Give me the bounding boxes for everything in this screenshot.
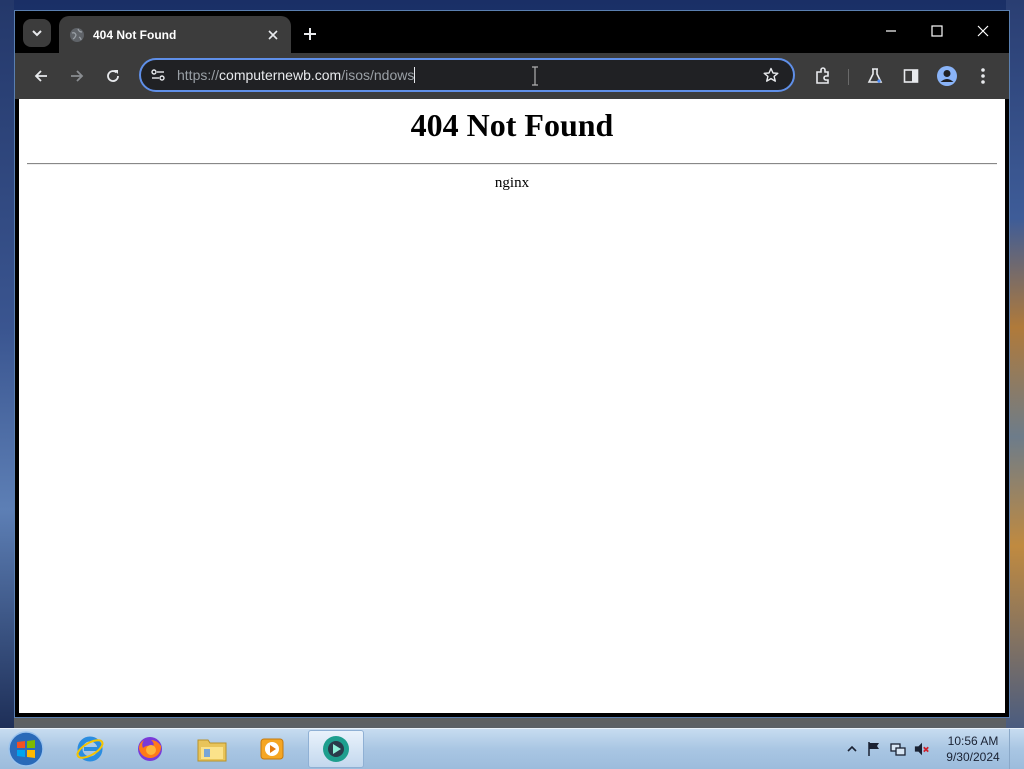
title-bar: 404 Not Found (15, 11, 1009, 53)
site-info-icon[interactable] (151, 68, 165, 82)
page-title: 404 Not Found (410, 107, 614, 143)
avatar-icon (937, 66, 957, 86)
action-center-button[interactable] (866, 741, 882, 757)
new-tab-button[interactable] (299, 23, 321, 45)
url-domain: computernewb.com (219, 67, 342, 83)
windows-logo-icon (8, 731, 44, 767)
menu-button[interactable] (969, 62, 997, 90)
browser-window: 404 Not Found https://computernewb.com/i… (14, 10, 1010, 718)
bookmark-star-icon[interactable] (763, 67, 779, 83)
address-bar[interactable]: https://computernewb.com/isos/ndows (139, 58, 795, 92)
show-desktop-button[interactable] (1009, 729, 1024, 769)
side-panel-button[interactable] (897, 62, 925, 90)
tab-title: 404 Not Found (93, 27, 177, 42)
divider (27, 163, 997, 165)
tab-close-button[interactable] (265, 27, 281, 43)
kebab-menu-icon (981, 68, 985, 84)
tab-active[interactable]: 404 Not Found (59, 16, 291, 53)
server-signature: nginx (494, 175, 530, 191)
url-path: /isos/ndows (341, 67, 415, 83)
firefox-icon (138, 737, 162, 761)
puzzle-piece-icon (816, 67, 829, 84)
media-player-icon (260, 738, 284, 760)
chevron-down-icon (32, 30, 42, 37)
arrow-right-icon (71, 70, 84, 82)
toolbar-separator (848, 69, 849, 85)
show-hidden-icons-button[interactable] (844, 741, 860, 757)
taskbar-app-file-explorer[interactable] (184, 730, 240, 768)
close-icon (977, 25, 989, 37)
forward-button[interactable] (63, 62, 91, 90)
maximize-button[interactable] (915, 17, 959, 45)
labs-button[interactable] (861, 62, 889, 90)
text-caret (414, 67, 416, 83)
taskbar-app-internet-explorer[interactable] (62, 730, 118, 768)
taskbar-app-media-player[interactable] (244, 730, 300, 768)
reload-icon (107, 70, 119, 82)
text-cursor-icon (532, 66, 538, 86)
page-content: 404 Not Found nginx (19, 99, 1005, 713)
start-button[interactable] (6, 730, 46, 768)
internet-explorer-icon (76, 736, 104, 762)
close-icon (268, 29, 278, 40)
taskbar-app-firefox[interactable] (122, 730, 178, 768)
flag-icon (868, 742, 879, 756)
taskbar: 10:56 AM 9/30/2024 (0, 728, 1024, 769)
network-button[interactable] (890, 741, 906, 757)
volume-muted-icon (914, 742, 929, 756)
volume-button[interactable] (914, 741, 930, 757)
network-icon (890, 743, 906, 756)
system-clock[interactable]: 10:56 AM 9/30/2024 (940, 733, 1006, 765)
clock-date: 9/30/2024 (946, 750, 1000, 764)
minimize-icon (886, 30, 896, 32)
address-bar-input[interactable]: https://computernewb.com/isos/ndows (177, 67, 416, 83)
minimize-button[interactable] (869, 17, 913, 45)
arrow-left-icon (34, 70, 47, 82)
clock-time: 10:56 AM (947, 734, 999, 748)
browser-icon (323, 736, 349, 762)
desktop-wallpaper-left (0, 0, 14, 728)
reload-button[interactable] (99, 62, 127, 90)
profile-button[interactable] (933, 62, 961, 90)
folder-icon (197, 739, 227, 762)
maximize-icon (931, 25, 943, 37)
side-panel-icon (903, 69, 919, 83)
globe-icon (70, 27, 84, 42)
close-window-button[interactable] (961, 17, 1005, 45)
back-button[interactable] (27, 62, 55, 90)
plus-icon (304, 28, 316, 40)
extensions-button[interactable] (809, 62, 837, 90)
browser-toolbar: https://computernewb.com/isos/ndows (15, 53, 1009, 99)
chevron-up-icon (847, 745, 857, 752)
flask-icon (867, 68, 883, 83)
url-scheme: https:// (177, 67, 220, 83)
tab-search-button[interactable] (23, 19, 51, 47)
taskbar-app-browser[interactable] (308, 730, 364, 768)
